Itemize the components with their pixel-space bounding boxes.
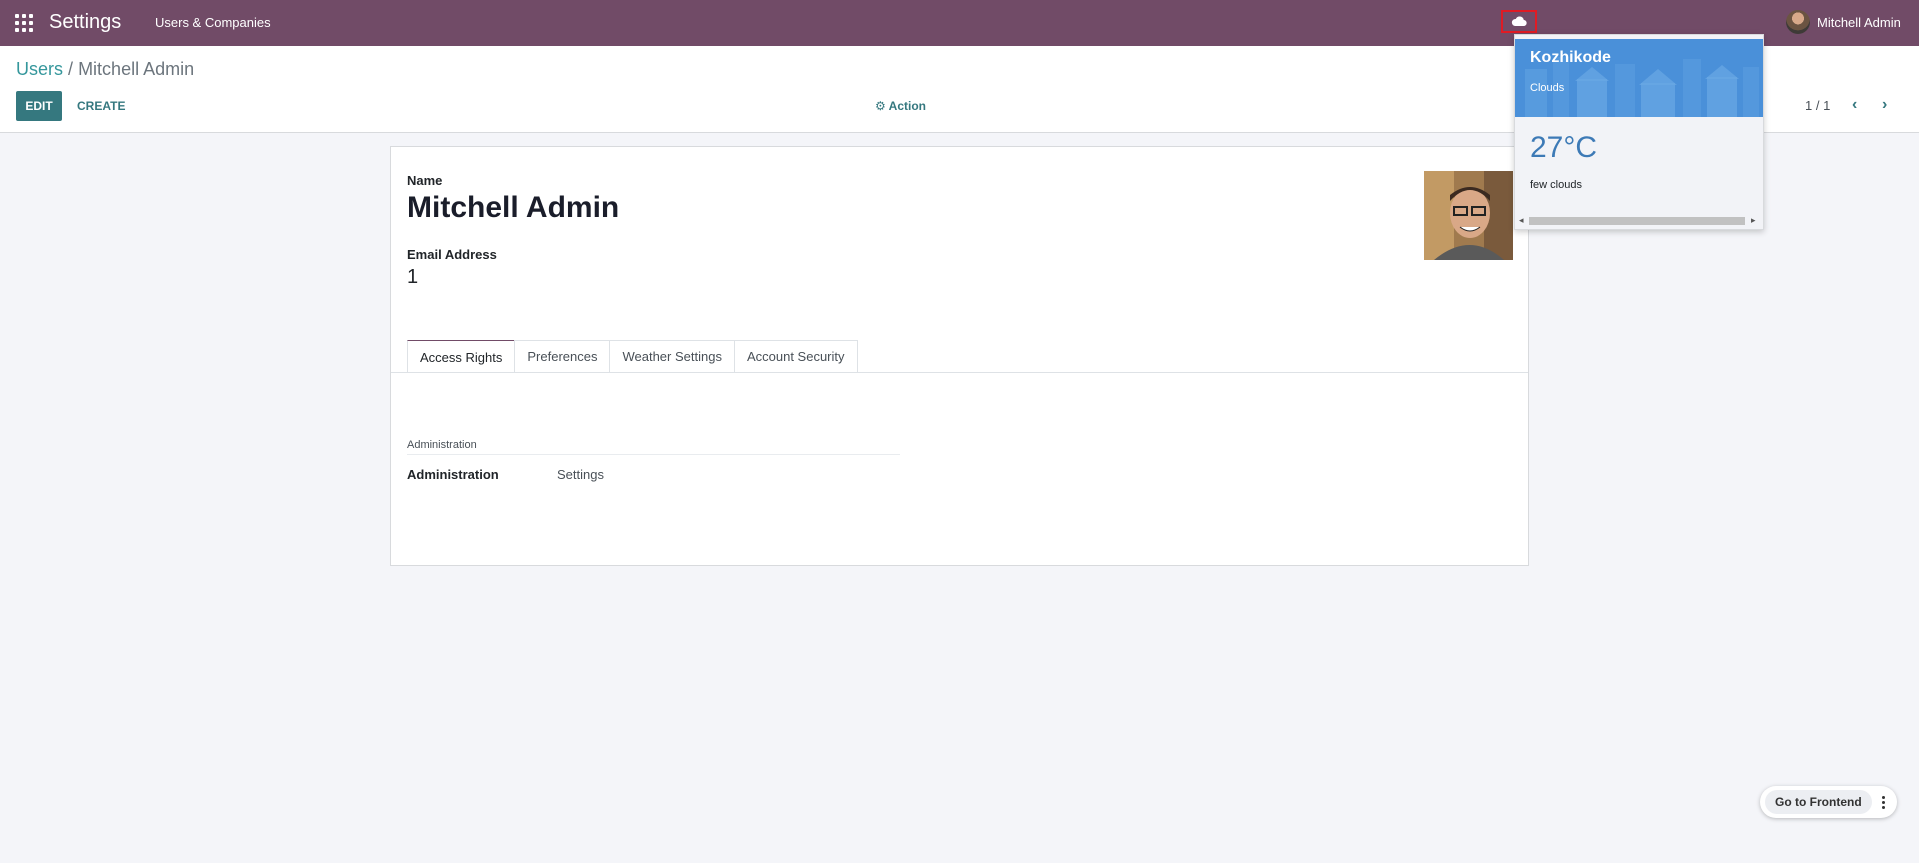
section-divider [407, 454, 900, 455]
weather-description: few clouds [1530, 179, 1582, 191]
frontend-widget: Go to Frontend [1760, 786, 1897, 818]
section-title: Administration [407, 439, 477, 451]
avatar [1786, 10, 1810, 34]
menu-users-companies[interactable]: Users & Companies [155, 15, 271, 30]
user-menu[interactable]: Mitchell Admin [1786, 10, 1901, 34]
cloud-icon [1511, 16, 1527, 27]
email-label: Email Address [407, 247, 497, 262]
chevron-left-icon[interactable]: ‹ [1852, 96, 1857, 114]
tabs-divider [391, 372, 1528, 373]
tab-access-rights[interactable]: Access Rights [407, 340, 516, 373]
edit-button[interactable]: EDIT [16, 91, 62, 121]
breadcrumb-current: Mitchell Admin [78, 59, 195, 79]
apps-menu-icon[interactable] [15, 14, 33, 32]
form-tabs: Access Rights Preferences Weather Settin… [407, 340, 858, 373]
create-button[interactable]: CREATE [77, 99, 125, 113]
weather-city: Kozhikode [1530, 49, 1611, 66]
breadcrumb-users-link[interactable]: Users [16, 59, 63, 79]
breadcrumb-separator: / [68, 59, 74, 79]
breadcrumb: Users / Mitchell Admin [16, 59, 194, 80]
name-label: Name [407, 173, 443, 188]
user-photo[interactable] [1424, 171, 1513, 260]
administration-field-value[interactable]: Settings [557, 467, 604, 482]
pager-value[interactable]: 1 / 1 [1805, 98, 1830, 113]
user-name: Mitchell Admin [1817, 14, 1901, 30]
scroll-left-icon[interactable]: ◂ [1519, 215, 1524, 226]
chevron-right-icon[interactable]: › [1882, 96, 1887, 114]
horizontal-scrollbar[interactable]: ◂ ▸ [1517, 215, 1761, 227]
weather-popover: Kozhikode Clouds 27°C few clouds ◂ ▸ [1514, 34, 1764, 230]
tab-weather-settings[interactable]: Weather Settings [609, 340, 735, 372]
more-options-icon[interactable] [1873, 790, 1893, 814]
scrollbar-thumb[interactable] [1529, 217, 1745, 225]
action-label: Action [888, 99, 926, 113]
gear-icon: ⚙ [875, 99, 886, 113]
scroll-right-icon[interactable]: ▸ [1751, 215, 1756, 226]
user-photo-image [1424, 171, 1513, 260]
tab-account-security[interactable]: Account Security [733, 340, 858, 372]
weather-condition: Clouds [1530, 82, 1565, 94]
action-dropdown[interactable]: ⚙ Action [875, 99, 926, 113]
app-title[interactable]: Settings [49, 11, 121, 34]
weather-button[interactable] [1501, 10, 1537, 33]
form-sheet: Name Mitchell Admin Email Address 1 Acce… [390, 146, 1529, 566]
tab-preferences[interactable]: Preferences [514, 340, 611, 372]
name-value: Mitchell Admin [407, 191, 620, 224]
email-value: 1 [407, 266, 419, 288]
go-to-frontend-button[interactable]: Go to Frontend [1765, 790, 1872, 814]
weather-temperature: 27°C [1530, 131, 1598, 164]
weather-banner: Kozhikode Clouds [1515, 39, 1763, 117]
administration-field-label: Administration [407, 467, 499, 482]
